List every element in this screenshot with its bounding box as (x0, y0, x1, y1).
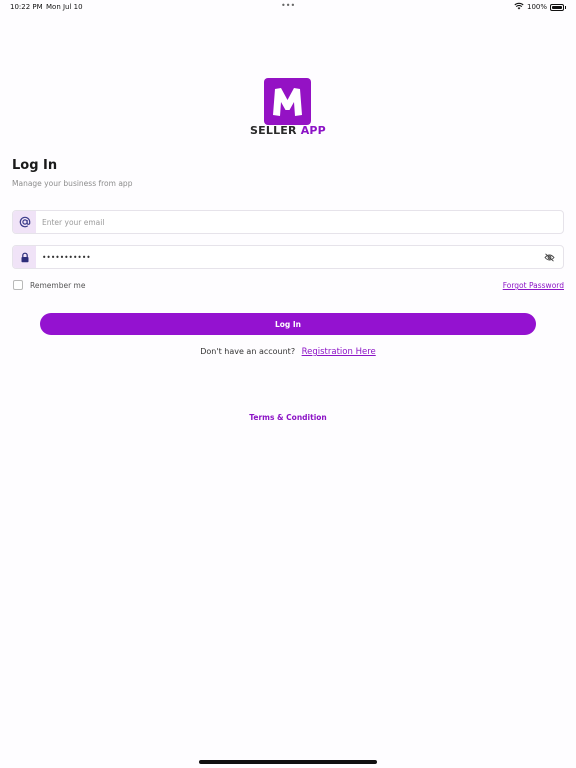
password-input[interactable] (42, 247, 539, 267)
email-field[interactable] (12, 210, 564, 234)
remember-label: Remember me (30, 280, 86, 290)
app-name-part2: APP (300, 124, 326, 137)
app-logo (264, 78, 311, 125)
eye-off-icon[interactable] (539, 247, 559, 267)
lock-icon (13, 246, 36, 268)
battery-icon (550, 3, 564, 11)
home-indicator[interactable] (199, 760, 377, 764)
battery-percent: 100% (526, 3, 547, 11)
logo-m-icon (273, 88, 302, 116)
password-field[interactable] (12, 245, 564, 269)
status-time: 10:22 PM (10, 3, 43, 11)
status-date: Mon Jul 10 (46, 3, 83, 11)
at-icon (13, 211, 36, 233)
app-name: SELLER APP (200, 124, 376, 137)
wifi-icon (514, 2, 524, 12)
terms-link[interactable]: Terms & Condition (0, 413, 576, 422)
login-screen: 10:22 PM Mon Jul 10 ••• 100% SELLER APP … (0, 0, 576, 768)
status-bar: 10:22 PM Mon Jul 10 ••• 100% (0, 0, 576, 14)
no-account-text: Don't have an account? (200, 347, 296, 356)
remember-me[interactable]: Remember me (13, 280, 85, 290)
status-right: 100% (514, 2, 566, 12)
page-title: Log In (12, 158, 58, 173)
email-input[interactable] (42, 212, 563, 232)
page-subtitle: Manage your business from app (12, 179, 133, 188)
app-name-part1: SELLER (250, 124, 297, 137)
register-line: Don't have an account? Registration Here (0, 347, 576, 357)
multitasking-dots-icon[interactable]: ••• (281, 1, 295, 10)
remember-checkbox[interactable] (13, 280, 23, 290)
registration-link[interactable]: Registration Here (302, 347, 376, 357)
forgot-password-link[interactable]: Forgot Password (503, 281, 564, 290)
login-button[interactable]: Log In (40, 313, 536, 335)
